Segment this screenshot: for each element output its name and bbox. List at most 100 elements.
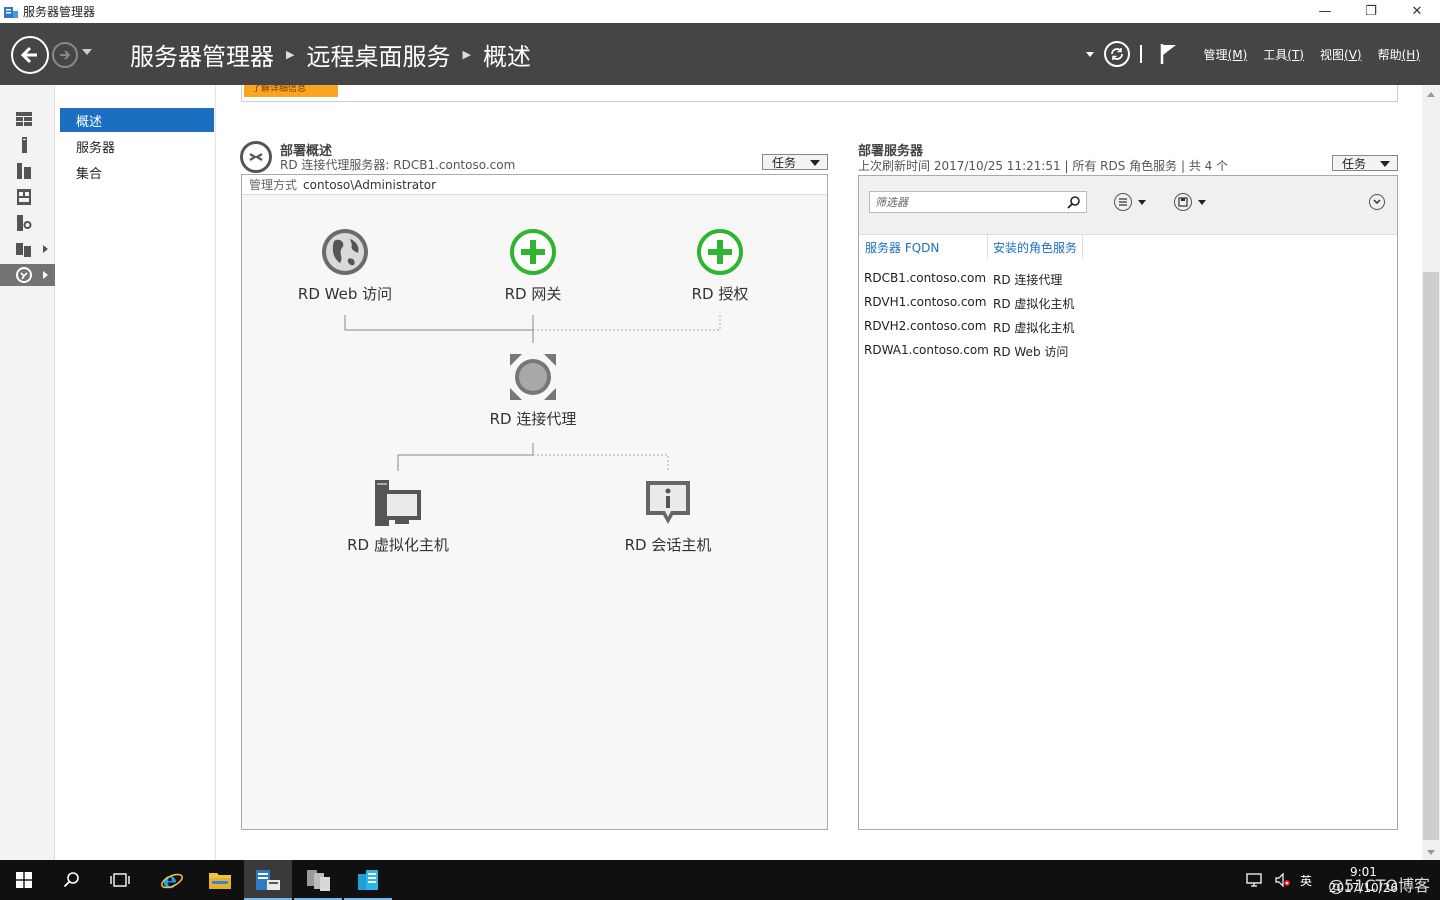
breadcrumb: 服务器管理器 ▶ 远程桌面服务 ▶ 概述 — [130, 37, 531, 72]
servers-table: 服务器 FQDN 安装的角色服务 RDCB1.contoso.com RD 连接… — [859, 235, 1397, 361]
taskbar-server-manager[interactable] — [244, 860, 292, 900]
restore-button[interactable]: ❐ — [1348, 0, 1394, 23]
file-storage-icon — [17, 189, 31, 205]
arrow-right-icon — [60, 50, 71, 60]
refresh-button[interactable] — [1103, 41, 1130, 67]
deployment-overview-icon — [240, 141, 272, 173]
search-icon — [1067, 196, 1080, 209]
rds-subnav: 概述 服务器 集合 — [56, 85, 216, 860]
filter-input[interactable]: 筛选器 — [869, 191, 1087, 213]
collapse-toolbar-button[interactable] — [1369, 194, 1385, 210]
network-icon[interactable] — [1246, 872, 1264, 888]
table-row[interactable]: RDVH2.contoso.com RD 虚拟化主机 — [859, 313, 1397, 337]
column-header-server-fqdn[interactable]: 服务器 FQDN — [865, 239, 939, 256]
chevron-down-icon — [1380, 161, 1390, 167]
menu-manage[interactable]: 管理(M) — [1204, 46, 1248, 63]
session-host-info-icon — [646, 481, 690, 524]
rail-file-storage[interactable] — [0, 186, 55, 208]
menu-view[interactable]: 视图(V) — [1320, 46, 1362, 63]
scroll-up-icon[interactable] — [1427, 92, 1435, 97]
deployment-servers-tasks-button[interactable]: 任务 — [1332, 155, 1398, 171]
folder-icon — [209, 873, 231, 889]
local-server-icon — [22, 137, 27, 153]
taskbar-file-explorer[interactable] — [196, 860, 244, 900]
rail-local-server[interactable] — [0, 134, 55, 156]
deployment-overview-tasks-button[interactable]: 任务 — [762, 154, 828, 170]
node-rd-session-host[interactable]: RD 会话主机 — [588, 478, 748, 555]
breadcrumb-rds[interactable]: 远程桌面服务 — [306, 37, 450, 72]
rail-remote-desktop-services[interactable] — [0, 264, 55, 286]
node-rd-web-access[interactable]: RD Web 访问 — [265, 227, 425, 304]
internet-explorer-icon: e — [161, 868, 183, 892]
chevron-down-icon — [810, 160, 820, 166]
subnav-item-overview[interactable]: 概述 — [60, 108, 214, 132]
taskbar-server-cluster-app[interactable] — [294, 860, 342, 900]
table-header-row: 服务器 FQDN 安装的角色服务 — [859, 235, 1397, 259]
breadcrumb-overview: 概述 — [482, 43, 531, 71]
rail-iis[interactable] — [0, 212, 55, 234]
rail-all-servers[interactable] — [0, 160, 55, 182]
learn-more-tag[interactable]: 了解详细信息 — [244, 85, 338, 97]
close-button[interactable]: ✕ — [1394, 0, 1440, 23]
node-rd-licensing[interactable]: RD 授权 — [640, 227, 800, 304]
rail-rds-group[interactable] — [0, 238, 55, 260]
list-options-button[interactable] — [1114, 193, 1146, 211]
refresh-icon — [1110, 48, 1123, 60]
volume-muted-icon[interactable] — [1274, 872, 1292, 888]
taskbar-internet-explorer[interactable]: e — [148, 860, 196, 900]
forward-button[interactable] — [52, 42, 78, 68]
save-icon — [1178, 197, 1188, 207]
subnav-item-servers[interactable]: 服务器 — [60, 134, 214, 158]
title-bar: 服务器管理器 — ❐ ✕ — [0, 0, 1440, 23]
server-group-icon — [16, 243, 31, 257]
save-query-button[interactable] — [1174, 193, 1206, 211]
header-bar: 服务器管理器 ▶ 远程桌面服务 ▶ 概述 管理(M) 工具(T) 视图(V) 帮… — [0, 23, 1440, 85]
table-row[interactable]: RDCB1.contoso.com RD 连接代理 — [859, 265, 1397, 289]
deployment-servers-subtitle: 上次刷新时间 2017/10/25 11:21:51 | 所有 RDS 角色服务… — [858, 159, 1229, 173]
system-tray: 英 — [1246, 860, 1312, 900]
expand-arrow-icon[interactable] — [43, 271, 48, 279]
back-button[interactable] — [11, 36, 49, 74]
node-rd-connection-broker[interactable]: RD 连接代理 — [453, 352, 613, 429]
header-divider — [1139, 45, 1142, 63]
table-row[interactable]: RDWA1.contoso.com RD Web 访问 — [859, 337, 1397, 361]
list-icon — [1119, 198, 1127, 206]
chevron-down-icon — [1373, 199, 1381, 205]
input-method-indicator[interactable]: 英 — [1300, 872, 1312, 889]
history-dropdown[interactable] — [82, 49, 92, 55]
rail-dashboard[interactable] — [0, 108, 55, 130]
column-header-installed-roles[interactable]: 安装的角色服务 — [993, 239, 1077, 256]
menu-tools[interactable]: 工具(T) — [1263, 46, 1304, 63]
expand-arrow-icon[interactable] — [43, 245, 48, 253]
taskbar: e 英 9:01 2017/10/26 @51CTO博客 — [0, 860, 1440, 900]
column-divider[interactable] — [987, 235, 988, 259]
deployment-servers-panel: 筛选器 服务器 FQDN 安装的角色服务 RDCB1.contoso.com R… — [858, 175, 1398, 830]
task-view-icon — [110, 873, 130, 887]
task-view-button[interactable] — [96, 860, 144, 900]
breadcrumb-server-manager[interactable]: 服务器管理器 — [130, 37, 274, 72]
notifications-flag-icon[interactable] — [1160, 43, 1178, 65]
server-cluster-icon — [307, 870, 330, 891]
column-divider[interactable] — [1082, 235, 1083, 259]
breadcrumb-dropdown[interactable] — [1085, 51, 1094, 57]
taskbar-hyperv-app[interactable] — [344, 860, 392, 900]
subnav-item-collections[interactable]: 集合 — [60, 160, 214, 184]
node-rd-gateway[interactable]: RD 网关 — [453, 227, 613, 304]
node-rd-virtualization-host[interactable]: RD 虚拟化主机 — [318, 478, 478, 555]
search-button[interactable] — [48, 860, 96, 900]
servers-toolbar: 筛选器 — [859, 176, 1397, 235]
scroll-thumb[interactable] — [1423, 272, 1439, 840]
all-servers-icon — [17, 163, 31, 179]
table-row[interactable]: RDVH1.contoso.com RD 虚拟化主机 — [859, 289, 1397, 313]
deployment-overview-subtitle: RD 连接代理服务器: RDCB1.contoso.com — [280, 158, 516, 172]
connection-broker-icon — [510, 354, 556, 400]
start-button[interactable] — [0, 860, 48, 900]
left-icon-rail — [0, 85, 55, 860]
remote-desktop-services-icon — [16, 267, 32, 283]
scroll-down-icon[interactable] — [1427, 850, 1435, 855]
vertical-scrollbar[interactable] — [1422, 85, 1440, 860]
iis-icon — [17, 215, 32, 231]
arrow-left-icon — [20, 46, 37, 64]
menu-help[interactable]: 帮助(H) — [1378, 46, 1420, 63]
minimize-button[interactable]: — — [1302, 0, 1348, 23]
